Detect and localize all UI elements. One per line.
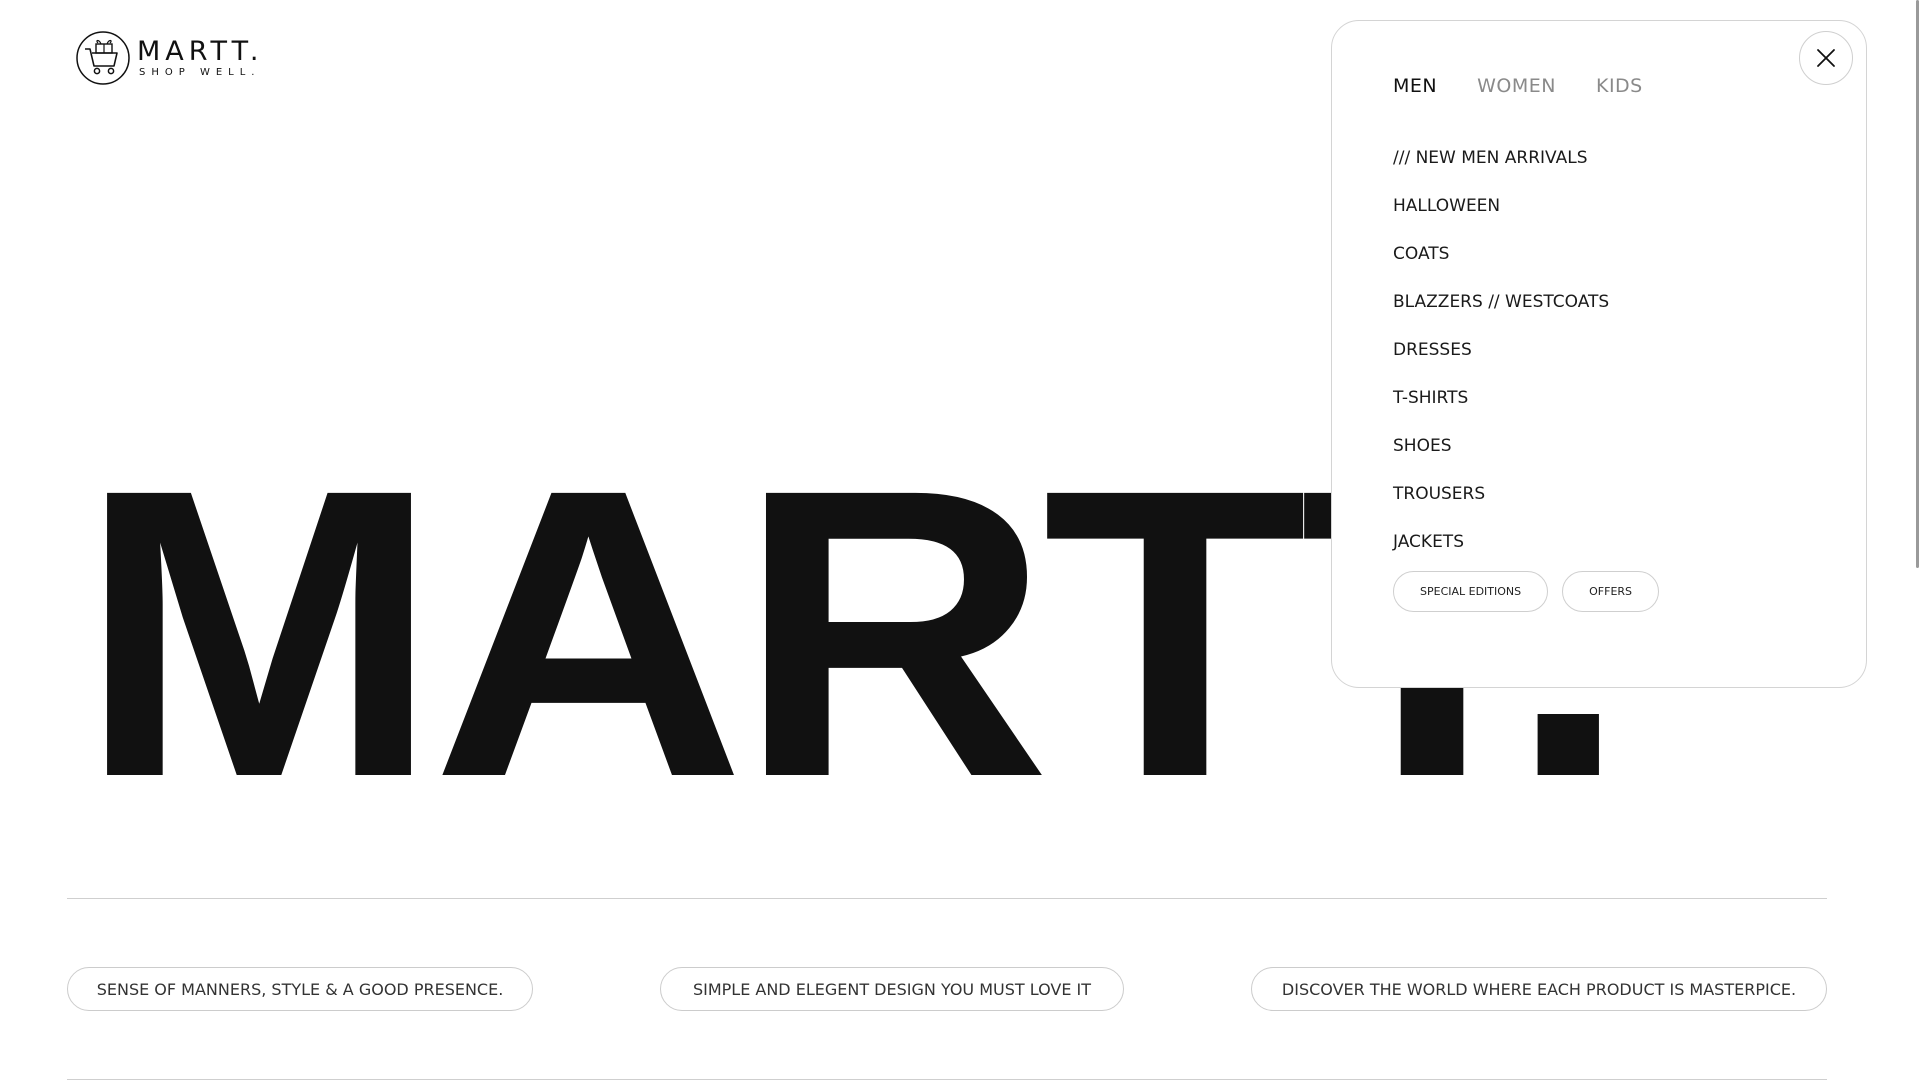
menu-chips: SPECIAL EDITIONS OFFERS — [1393, 571, 1660, 612]
logo-tagline: SHOP WELL. — [139, 67, 261, 78]
gender-tabs: MEN WOMEN KIDS — [1393, 75, 1643, 97]
tab-women[interactable]: WOMEN — [1477, 75, 1556, 97]
tagline-pill-2: SIMPLE AND ELEGENT DESIGN YOU MUST LOVE … — [660, 967, 1124, 1011]
close-menu-button[interactable] — [1799, 31, 1853, 85]
menu-item-blazzers-westcoats[interactable]: BLAZZERS // WESTCOATS — [1393, 287, 1609, 335]
offers-button[interactable]: OFFERS — [1562, 571, 1660, 612]
divider-top — [67, 898, 1827, 899]
shopping-cart-logo-icon — [76, 31, 130, 85]
tagline-pill-1: SENSE OF MANNERS, STYLE & A GOOD PRESENC… — [67, 967, 533, 1011]
scrollbar-thumb[interactable] — [1916, 0, 1919, 568]
special-editions-button[interactable]: SPECIAL EDITIONS — [1393, 571, 1549, 612]
menu-item-new-men-arrivals[interactable]: /// NEW MEN ARRIVALS — [1393, 143, 1609, 191]
menu-item-t-shirts[interactable]: T-SHIRTS — [1393, 383, 1609, 431]
menu-item-shoes[interactable]: SHOES — [1393, 431, 1609, 479]
tagline-pill-3: DISCOVER THE WORLD WHERE EACH PRODUCT IS… — [1251, 967, 1827, 1011]
logo-name: MARTT. — [137, 36, 264, 67]
close-icon — [1817, 49, 1835, 67]
category-list: /// NEW MEN ARRIVALS HALLOWEEN COATS BLA… — [1393, 143, 1609, 575]
logo[interactable]: MARTT. SHOP WELL. — [75, 30, 263, 86]
category-menu-panel: MEN WOMEN KIDS /// NEW MEN ARRIVALS HALL… — [1331, 20, 1867, 688]
menu-item-dresses[interactable]: DRESSES — [1393, 335, 1609, 383]
tab-men[interactable]: MEN — [1393, 75, 1437, 97]
logo-text: MARTT. SHOP WELL. — [137, 38, 263, 78]
page-scrollbar[interactable] — [1914, 0, 1920, 1080]
menu-item-halloween[interactable]: HALLOWEEN — [1393, 191, 1609, 239]
menu-item-jackets[interactable]: JACKETS — [1393, 527, 1609, 575]
menu-item-coats[interactable]: COATS — [1393, 239, 1609, 287]
tab-kids[interactable]: KIDS — [1596, 75, 1643, 97]
page: MARTT. SHOP WELL. MARTT. SENSE OF MANNER… — [0, 0, 1920, 1080]
menu-item-trousers[interactable]: TROUSERS — [1393, 479, 1609, 527]
